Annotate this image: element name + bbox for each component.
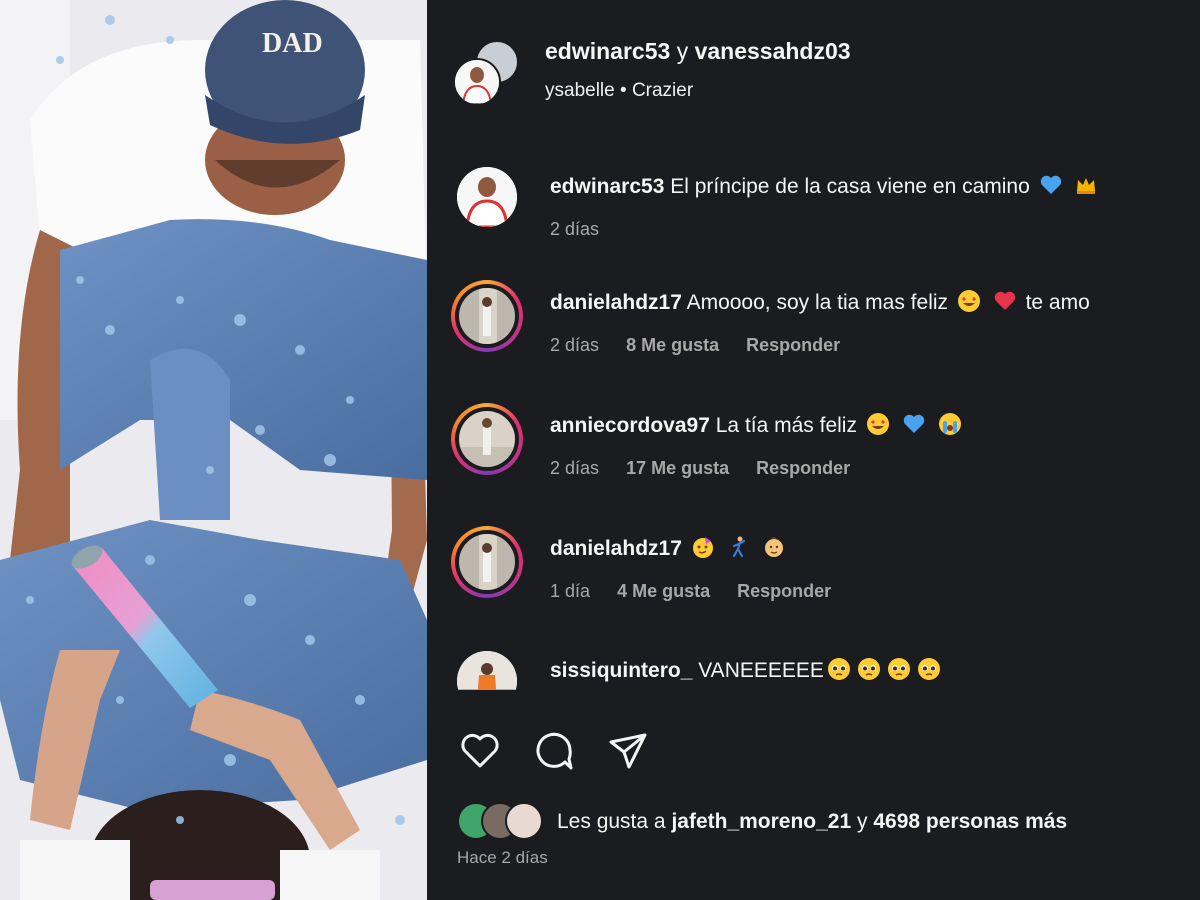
pleading-face-icon (917, 658, 940, 680)
comment-meta: 2 días 8 Me gusta Responder (550, 335, 862, 356)
comment-text: sissiquintero_ VANEEEEEE (550, 657, 944, 683)
comment-username[interactable]: sissiquintero_ (550, 659, 692, 682)
heart-eyes-icon (866, 413, 889, 435)
crown-icon (1077, 178, 1096, 194)
comment-username[interactable]: edwinarc53 (550, 175, 664, 198)
music-separator: • (620, 80, 627, 101)
post-photo[interactable]: DAD (0, 0, 427, 900)
comment-icon[interactable] (531, 728, 577, 774)
likes-prefix: Les gusta a (557, 810, 666, 833)
post-timestamp: Hace 2 días (457, 848, 548, 867)
avatar-story-ring[interactable] (451, 526, 523, 598)
coauthor-username[interactable]: vanessahdz03 (695, 38, 851, 64)
crying-face-icon (938, 413, 961, 435)
author-username[interactable]: edwinarc53 (545, 38, 670, 64)
comment-time: 1 día (550, 581, 591, 601)
music-track: Crazier (631, 80, 694, 101)
likes-text: Les gusta a jafeth_moreno_21 y 4698 pers… (557, 810, 1067, 834)
music-artist: ysabelle (545, 80, 615, 101)
comment-username[interactable]: danielahdz17 (550, 291, 682, 314)
comment-body: La tía más feliz (715, 414, 857, 437)
comments-panel: edwinarc53 y vanessahdz03 ysabelle • Cra… (427, 0, 1200, 900)
post-header: edwinarc53 y vanessahdz03 ysabelle • Cra… (453, 36, 1193, 116)
comment-text: danielahdz17 Amoooo, soy la tia mas feli… (550, 289, 1090, 315)
post-viewer: DAD edwinarc53 y vanessahdz03 ysabelle •… (0, 0, 1200, 900)
pleading-face-icon (887, 658, 910, 680)
avatar (453, 58, 501, 106)
heart-eyes-icon (957, 290, 980, 312)
comment-time: 2 días (550, 335, 600, 355)
comment-likes[interactable]: 17 Me gusta (626, 458, 729, 478)
baby-icon (765, 537, 784, 557)
comment-meta: 1 día 4 Me gusta Responder (550, 581, 853, 602)
comment-item: anniecordova97 La tía más feliz 2 días 1… (451, 403, 1200, 483)
party-face-icon (692, 537, 713, 558)
comment-text: edwinarc53 El príncipe de la casa viene … (550, 173, 1101, 199)
avatar[interactable] (457, 167, 517, 227)
blue-heart-icon (1040, 175, 1061, 194)
comment-meta: 2 días (550, 219, 621, 240)
comment-body: Amoooo, soy la tia mas feliz (686, 291, 949, 314)
heart-icon[interactable] (457, 728, 503, 774)
comment-text: anniecordova97 La tía más feliz (550, 412, 965, 438)
blue-heart-icon (903, 414, 924, 433)
avatar-story-ring[interactable] (451, 403, 523, 475)
comment-item: danielahdz17 1 día 4 Me gusta Responder (451, 526, 1200, 606)
comment-username[interactable]: danielahdz17 (550, 537, 682, 560)
comment-time: 2 días (550, 219, 600, 239)
gender-reveal-photo: DAD (0, 0, 427, 900)
comment-time: 2 días (550, 458, 600, 478)
comment-username[interactable]: anniecordova97 (550, 414, 710, 437)
comment-body: VANEEEEEE (698, 659, 824, 682)
comment-body-after: te amo (1025, 291, 1090, 314)
comment-text: danielahdz17 (550, 535, 789, 561)
post-title[interactable]: edwinarc53 y vanessahdz03 (545, 38, 851, 65)
comment-item: danielahdz17 Amoooo, soy la tia mas feli… (451, 280, 1200, 360)
title-join: y (676, 38, 689, 64)
reply-button[interactable]: Responder (746, 335, 840, 355)
likes-count[interactable]: 4698 personas más (873, 810, 1067, 833)
avatar-story-ring[interactable] (451, 280, 523, 352)
comment-likes[interactable]: 4 Me gusta (617, 581, 710, 601)
comment-likes[interactable]: 8 Me gusta (626, 335, 719, 355)
red-heart-icon (994, 291, 1015, 310)
comment-body: El príncipe de la casa viene en camino (670, 175, 1030, 198)
liker-username[interactable]: jafeth_moreno_21 (671, 810, 851, 833)
comments-scroll-edge (427, 690, 1200, 712)
dancing-man-icon (732, 536, 745, 558)
comment-item: sissiquintero_ VANEEEEEE (451, 648, 1200, 728)
caption-comment: edwinarc53 El príncipe de la casa viene … (451, 164, 1200, 244)
likes-join: y (857, 810, 868, 833)
collab-avatars[interactable] (453, 40, 519, 106)
pleading-face-icon (827, 658, 850, 680)
reply-button[interactable]: Responder (737, 581, 831, 601)
music-info[interactable]: ysabelle • Crazier (545, 80, 693, 102)
send-icon[interactable] (605, 728, 651, 774)
comment-meta: 2 días 17 Me gusta Responder (550, 458, 872, 479)
reply-button[interactable]: Responder (756, 458, 850, 478)
avatar (505, 802, 543, 840)
cap-text: DAD (262, 28, 323, 59)
pleading-face-icon (857, 658, 880, 680)
